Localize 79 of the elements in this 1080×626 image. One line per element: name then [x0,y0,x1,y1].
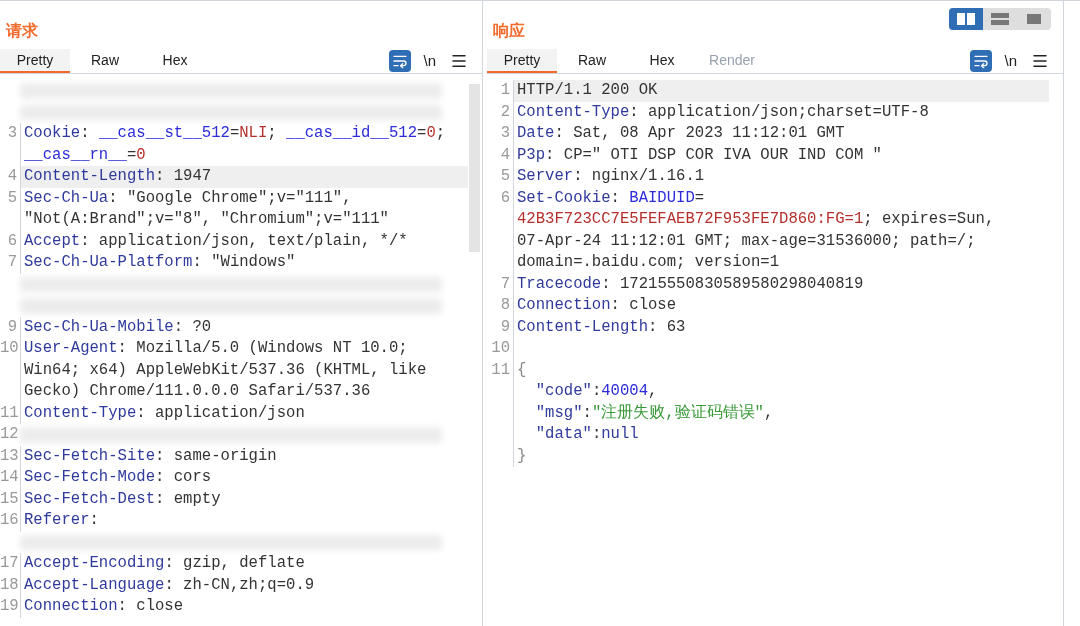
code-line: Content-Type: application/json;charset=UTF-8 [513,101,1049,123]
code-line: Date: Sat, 08 Apr 2023 11:12:01 GMT [513,123,1049,145]
line-number: 6 [500,188,510,207]
code-line: Accept-Language: zh-CN,zh;q=0.9 [20,574,468,596]
code-line: "msg":"注册失败,验证码错误", [513,402,1049,424]
line-number: 4 [500,145,510,164]
line-number: 6 [7,231,17,250]
code-line: Win64; x64) AppleWebKit/537.36 (KHTML, like [20,359,468,381]
line-number: 10 [0,339,19,357]
line-number: 13 [0,446,19,465]
code-line: Sec-Fetch-Mode: cors [20,467,468,489]
code-line: Set-Cookie: BAIDUID= [513,187,1049,209]
line-number: 3 [500,124,510,142]
line-number: 14 [0,468,19,486]
code-line: "code":40004, [513,381,1049,403]
panel-title: 响应 [493,21,525,41]
line-number: 3 [7,124,17,142]
line-number: 9 [500,317,510,336]
line-number: 1 [500,81,510,99]
tab[interactable]: Raw [70,49,140,73]
line-number: 5 [500,167,510,185]
scrollbar[interactable] [469,84,480,252]
code-line: Tracecode: 17215550830589580298040819 [513,273,1049,295]
stacked-view-icon [990,12,1010,26]
code-line: Sec-Fetch-Dest: empty [20,488,468,510]
wrap-text-button[interactable] [389,50,412,72]
code-line: Connection: close [20,596,468,618]
code-line: Cookie: __cas__st__512=NLI; __cas__id__512=0; [20,123,468,145]
code-line: Connection: close [513,295,1049,317]
code-line: Accept: application/json, text/plain, */* [20,230,468,252]
code-line: 07-Apr-24 11:12:01 GMT; max-age=31536000; path=/; [513,230,1049,252]
code-line: Sec-Ch-Ua-Platform: "Windows" [20,252,468,274]
line-number: 17 [0,554,19,572]
code-line: Referer: [20,510,468,532]
tab[interactable]: Raw [557,49,627,73]
split-view-icon [956,12,976,26]
code-line: domain=.baidu.com; version=1 [513,252,1049,274]
newline-toggle[interactable]: \n [1004,49,1017,73]
code-line: Sec-Fetch-Site: same-origin [20,445,468,467]
menu-button[interactable] [450,52,468,70]
code-line: User-Agent: Mozilla/5.0 (Windows NT 10.0; [20,338,468,360]
code-line: "data":null [513,424,1049,446]
code-line: Accept-Encoding: gzip, deflate [20,553,468,575]
code-line: } [513,445,1049,467]
tab[interactable]: Pretty [487,49,557,73]
code-line: "Not(A:Brand";v="8", "Chromium";v="111" [20,209,468,231]
newline-toggle[interactable]: \n [423,49,436,73]
line-number: 8 [500,296,510,314]
line-number: 2 [500,102,510,121]
line-number: 4 [7,167,17,185]
code-line: Server: nginx/1.16.1 [513,166,1049,188]
line-number: 16 [0,511,19,529]
code-line: 42B3F723CC7E5FEFAEB72F953FE7D860:FG=1; expires=Sun, [513,209,1049,231]
line-number: 5 [7,188,17,207]
line-number: 18 [0,575,19,594]
tab[interactable]: Hex [140,49,210,73]
menu-button[interactable] [1031,52,1049,70]
line-number: 7 [500,274,510,293]
code-line: Gecko) Chrome/111.0.0.0 Safari/537.36 [20,381,468,403]
line-number: 15 [0,489,19,508]
wrap-text-button[interactable] [970,50,993,72]
line-number: 11 [491,360,510,379]
line-number: 9 [7,317,17,336]
code-line: P3p: CP=" OTI DSP COR IVA OUR IND COM " [513,144,1049,166]
line-number: 19 [0,597,19,615]
tab[interactable]: Hex [627,49,697,73]
tab[interactable]: Pretty [0,49,70,73]
line-number: 10 [491,339,510,357]
code-line: Content-Type: application/json [20,402,468,424]
panel-title: 请求 [6,21,38,41]
line-number: 7 [7,253,17,271]
line-number: 11 [0,403,19,422]
code-line: Sec-Ch-Ua-Mobile: ?0 [20,316,468,338]
code-line: Content-Length: 63 [513,316,1049,338]
line-number: 12 [0,425,19,443]
single-view-icon [1026,13,1042,25]
code-line: { [513,359,1049,381]
code-line: Sec-Ch-Ua: "Google Chrome";v="111", [20,187,468,209]
layout-toggle[interactable] [949,8,983,30]
